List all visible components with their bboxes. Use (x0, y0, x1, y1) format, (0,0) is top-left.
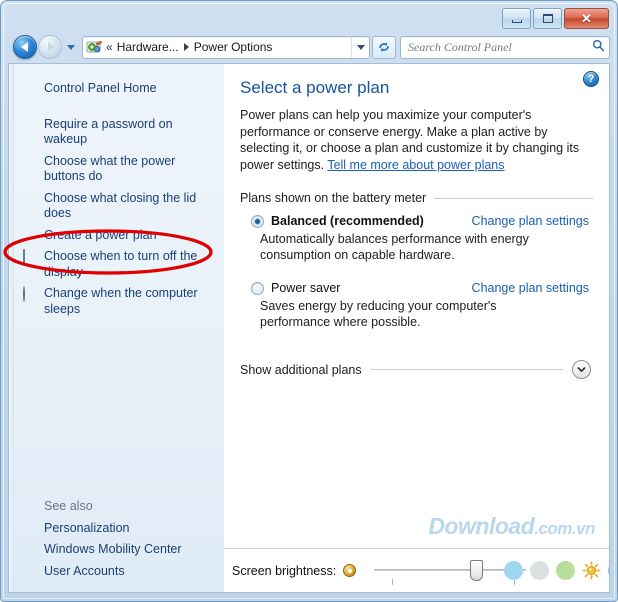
close-button[interactable]: ✕ (564, 8, 609, 29)
see-also-heading: See also (44, 498, 93, 513)
sidebar-item-computer-sleeps[interactable]: Change when the computer sleeps (14, 283, 224, 320)
maximize-button[interactable] (533, 8, 562, 29)
screen-brightness-label: Screen brightness: (232, 563, 337, 578)
back-button[interactable] (13, 35, 37, 59)
change-plan-settings-balanced[interactable]: Change plan settings (472, 214, 589, 228)
color-bubble-group (504, 557, 609, 585)
page-title: Select a power plan (240, 78, 390, 97)
slider-thumb[interactable] (470, 559, 484, 581)
sidebar-item-label: Change when the computer sleeps (44, 286, 198, 316)
change-plan-settings-power-saver[interactable]: Change plan settings (472, 281, 589, 295)
plans-section-header: Plans shown on the battery meter (240, 191, 593, 205)
sidebar-item-control-panel-home[interactable]: Control Panel Home (14, 78, 224, 100)
slider-tick (392, 578, 394, 585)
plan-name-power-saver: Power saver (271, 281, 341, 295)
chevron-down-icon[interactable] (572, 360, 591, 379)
screen-brightness-bar: Screen brightness: (224, 548, 609, 592)
main-content: ? Select a power plan Power plans can he… (224, 64, 609, 592)
client-area: Control Panel Home Require a password on… (8, 63, 610, 593)
forward-button[interactable] (38, 35, 62, 59)
plan-row-balanced[interactable]: Balanced (recommended) Change plan setti… (240, 214, 593, 228)
additional-divider (370, 369, 563, 370)
intro-text: Power plans can help you maximize your c… (240, 107, 592, 173)
radio-power-saver[interactable] (251, 282, 264, 295)
search-icon[interactable] (592, 39, 605, 55)
search-box[interactable]: Search Control Panel (400, 35, 610, 59)
watermark: Download.com.vn (428, 513, 595, 540)
sidebar-item-windows-mobility-center[interactable]: Windows Mobility Center (14, 539, 224, 561)
address-dropdown-icon[interactable] (351, 36, 369, 58)
sidebar-item-create-power-plan[interactable]: Create a power plan (14, 225, 224, 247)
bubble-cyan (504, 561, 524, 580)
breadcrumb-overflow-icon[interactable]: « (106, 40, 113, 54)
maximize-icon (542, 14, 553, 23)
sidebar: Control Panel Home Require a password on… (14, 64, 224, 592)
monitor-icon (23, 249, 38, 265)
help-icon[interactable]: ? (583, 71, 599, 87)
show-additional-plans-label: Show additional plans (240, 362, 362, 377)
plan-description-power-saver: Saves energy by reducing your computer's… (260, 299, 497, 329)
sun-icon (582, 561, 601, 580)
plans-section-label: Plans shown on the battery meter (240, 191, 427, 205)
power-options-window: ✕ « Hardware... Power Options Search Con… (0, 0, 618, 602)
see-also-section: See also Personalization Windows Mobilit… (14, 497, 224, 583)
refresh-button[interactable] (372, 35, 396, 59)
plan-description-balanced: Automatically balances performance with … (260, 232, 529, 262)
address-bar[interactable]: « Hardware... Power Options (82, 35, 370, 59)
sidebar-item-closing-lid[interactable]: Choose what closing the lid does (14, 188, 224, 225)
brightness-bulb-icon (343, 564, 357, 577)
recent-pages-button[interactable] (64, 35, 78, 59)
watermark-suffix: .com.vn (534, 519, 595, 538)
sidebar-item-user-accounts[interactable]: User Accounts (14, 561, 224, 583)
plan-name-balanced: Balanced (recommended) (271, 214, 424, 228)
breadcrumb-item-hardware[interactable]: Hardware... (117, 40, 179, 54)
chevron-right-icon[interactable] (183, 43, 189, 51)
caption-button-group: ✕ (502, 8, 609, 29)
control-panel-icon (86, 39, 103, 55)
plan-power-saver-body: Power saver (271, 281, 462, 295)
navigation-bar: « Hardware... Power Options Search Contr… (7, 32, 611, 62)
sidebar-item-power-buttons[interactable]: Choose what the power buttons do (14, 151, 224, 188)
minimize-button[interactable] (502, 8, 531, 29)
sidebar-item-personalization[interactable]: Personalization (14, 518, 224, 540)
search-input[interactable]: Search Control Panel (408, 40, 512, 55)
section-divider (434, 197, 593, 199)
plan-row-power-saver[interactable]: Power saver Change plan settings (240, 281, 593, 295)
close-icon: ✕ (581, 10, 592, 26)
plan-balanced-body: Balanced (recommended) (271, 214, 462, 228)
bubble-blue (608, 561, 609, 580)
sidebar-item-require-password[interactable]: Require a password on wakeup (14, 114, 224, 151)
sleep-moon-icon (23, 286, 38, 302)
minimize-icon (511, 19, 522, 23)
title-bar: ✕ (7, 5, 611, 31)
show-additional-plans-row[interactable]: Show additional plans (240, 360, 593, 379)
radio-balanced[interactable] (251, 215, 264, 228)
refresh-icon (379, 42, 389, 52)
tell-me-more-link[interactable]: Tell me more about power plans (327, 158, 504, 172)
sidebar-item-label: Choose when to turn off the display (44, 249, 198, 279)
watermark-brand: Download (428, 513, 535, 539)
bubble-green (556, 561, 576, 580)
bubble-grey (530, 561, 550, 580)
breadcrumb-item-power-options[interactable]: Power Options (194, 40, 273, 54)
sidebar-item-turn-off-display[interactable]: Choose when to turn off the display (14, 246, 224, 283)
